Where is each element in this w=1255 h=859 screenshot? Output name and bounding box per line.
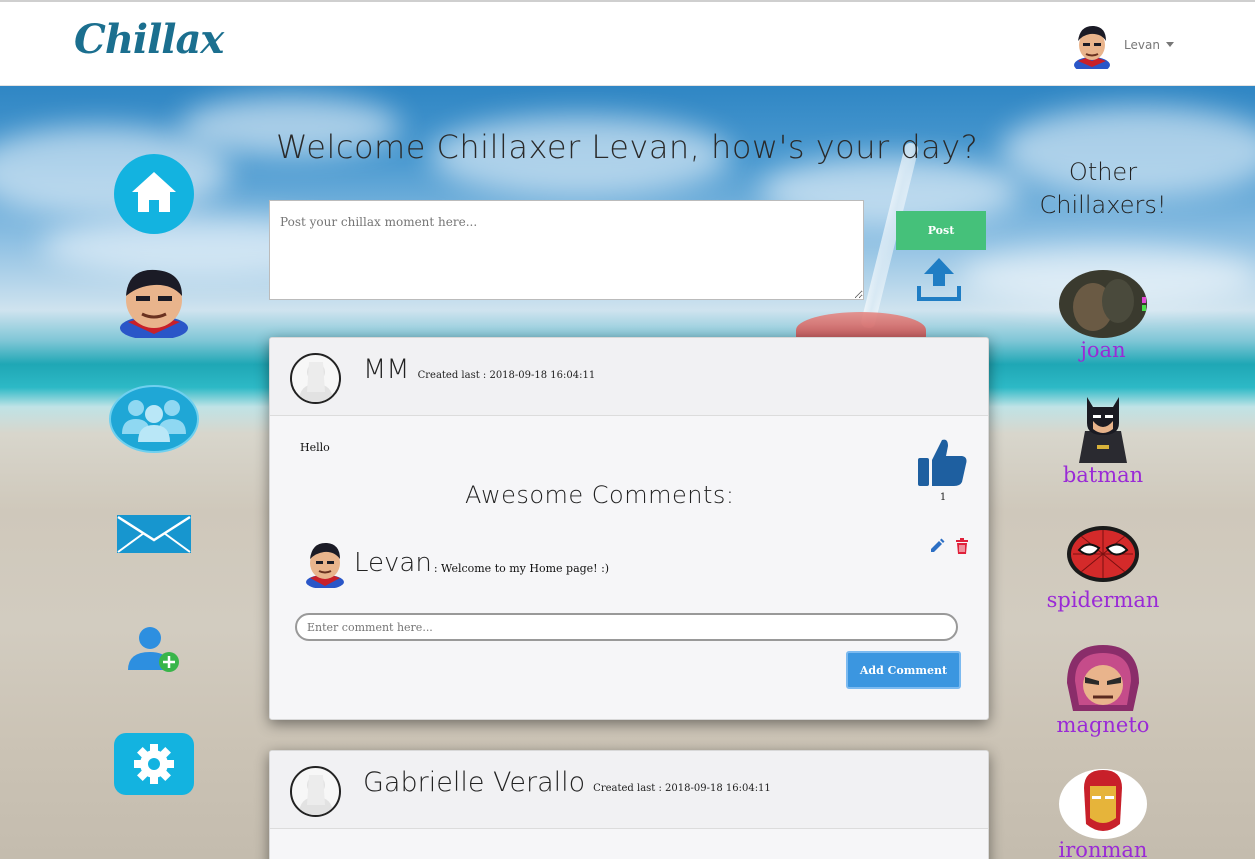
comment-input[interactable]	[295, 613, 958, 641]
welcome-heading: Welcome Chillaxer Levan, how's your day?	[276, 128, 979, 166]
other-chillaxers-heading: Other Chillaxers!	[1030, 156, 1176, 222]
comment-text: : Welcome to my Home page! :)	[433, 561, 610, 575]
pencil-icon	[931, 538, 945, 552]
friend-avatar	[1058, 393, 1148, 465]
add-comment-button[interactable]: Add Comment	[846, 651, 961, 689]
upload-icon	[917, 258, 961, 301]
friend-name[interactable]: spiderman	[1033, 588, 1173, 612]
post-author-name[interactable]: Gabrielle Verallo	[363, 767, 585, 798]
post-card: Gabrielle Verallo Created last : 2018-09-…	[269, 750, 989, 859]
sidebar-item-groups[interactable]	[108, 384, 200, 454]
author-avatar	[290, 353, 341, 404]
comment-author[interactable]: Levan	[354, 548, 432, 578]
batman-icon	[1079, 397, 1127, 463]
magneto-icon	[1067, 645, 1139, 711]
user-name: Levan	[1124, 38, 1160, 52]
friend-name[interactable]: joan	[1033, 338, 1173, 362]
mail-icon	[117, 515, 191, 553]
sidebar-item-messages[interactable]	[116, 514, 192, 554]
post-button[interactable]: Post	[896, 211, 986, 250]
sidebar-item-home[interactable]	[114, 154, 194, 234]
heading-line-1: Other	[1068, 158, 1138, 186]
friend-item-ironman[interactable]: ironman	[1033, 768, 1173, 859]
friend-name[interactable]: magneto	[1033, 713, 1173, 737]
friend-avatar	[1058, 768, 1148, 840]
groups-icon	[109, 385, 199, 453]
settings-icon	[114, 733, 194, 795]
friend-avatar	[1058, 518, 1148, 590]
chevron-down-icon	[1165, 41, 1174, 47]
sidebar-item-add-friend[interactable]	[124, 624, 184, 676]
post-date: Created last : 2018-09-18 16:04:11	[593, 783, 771, 794]
post-text: Hello	[300, 441, 330, 454]
friend-item-spiderman[interactable]: spiderman	[1033, 518, 1173, 612]
post-input[interactable]	[269, 200, 864, 300]
post-author-name[interactable]: MM	[363, 354, 410, 385]
thumbs-up-icon	[918, 439, 967, 486]
friend-item-batman[interactable]: batman	[1033, 393, 1173, 487]
home-icon	[114, 154, 194, 234]
sidebar-item-settings[interactable]	[114, 733, 194, 795]
ironman-icon	[1059, 769, 1147, 839]
user-menu[interactable]: Levan	[1068, 20, 1174, 70]
user-avatar-icon	[1074, 25, 1110, 69]
comment-item: Levan : Welcome to my Home page! :)	[300, 538, 609, 588]
default-user-icon	[298, 775, 333, 815]
friend-name[interactable]: batman	[1033, 463, 1173, 487]
friend-item-joan[interactable]: joan	[1033, 268, 1173, 362]
navbar: Chillax Levan	[0, 0, 1255, 86]
photo-avatar-icon	[1059, 270, 1147, 338]
trash-icon	[956, 538, 968, 554]
comments-heading: Awesome Comments:	[465, 481, 735, 509]
delete-comment-button[interactable]	[955, 538, 969, 558]
add-user-icon	[128, 627, 179, 672]
sidebar-item-profile[interactable]	[110, 266, 198, 338]
edit-comment-button[interactable]	[929, 538, 945, 558]
like-button[interactable]	[918, 436, 968, 492]
profile-avatar-icon	[120, 269, 188, 338]
friend-avatar	[1058, 268, 1148, 340]
spiderman-icon	[1067, 526, 1139, 582]
friend-name[interactable]: ironman	[1033, 838, 1173, 859]
friend-avatar	[1058, 643, 1148, 715]
post-author[interactable]: Gabrielle Verallo Created last : 2018-09-…	[363, 767, 771, 798]
author-avatar	[290, 766, 341, 817]
upload-button[interactable]	[916, 256, 962, 306]
post-header: MM Created last : 2018-09-18 16:04:11	[270, 338, 988, 416]
default-user-icon	[298, 362, 333, 402]
post-header: Gabrielle Verallo Created last : 2018-09-…	[270, 751, 988, 829]
post-author[interactable]: MM Created last : 2018-09-18 16:04:11	[363, 354, 595, 385]
post-card: MM Created last : 2018-09-18 16:04:11 Hel…	[269, 337, 989, 720]
friend-item-magneto[interactable]: magneto	[1033, 643, 1173, 737]
post-date: Created last : 2018-09-18 16:04:11	[417, 370, 596, 381]
heading-line-2: Chillaxers!	[1039, 191, 1167, 219]
commenter-avatar-icon	[306, 542, 344, 588]
like-count: 1	[939, 492, 947, 503]
brand-logo[interactable]: Chillax	[74, 16, 224, 63]
